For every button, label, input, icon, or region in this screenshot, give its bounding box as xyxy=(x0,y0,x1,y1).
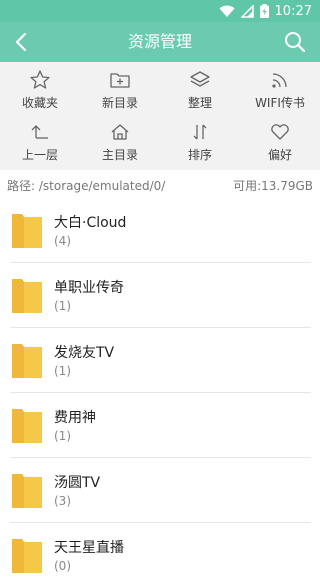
up-level-label: 上一层 xyxy=(21,148,58,162)
folder-row[interactable]: 发烧友TV (1) xyxy=(0,328,320,393)
organize-button[interactable]: 整理 xyxy=(160,62,240,114)
wifi-transfer-label: WIFI传书 xyxy=(255,96,305,110)
cell-signal-icon xyxy=(240,4,254,18)
heart-icon xyxy=(271,124,289,140)
home-icon xyxy=(111,124,129,140)
current-path: 路径: /storage/emulated/0/ xyxy=(7,178,166,193)
folder-name: 天王星直播 xyxy=(54,540,124,556)
sort-button[interactable]: 排序 xyxy=(160,114,240,166)
folder-item-count: (1) xyxy=(54,429,71,443)
folder-item-count: (1) xyxy=(54,364,71,378)
wifi-icon xyxy=(272,73,287,88)
folder-row[interactable]: 大白·Cloud (4) xyxy=(0,198,320,263)
folder-item-count: (0) xyxy=(54,559,71,573)
favorites-button[interactable]: 收藏夹 xyxy=(0,62,80,114)
wifi-signal-icon xyxy=(219,5,235,17)
layers-icon xyxy=(190,71,210,87)
status-time: 10:27 xyxy=(274,3,312,19)
folder-item-count: (3) xyxy=(54,494,71,508)
favorites-label: 收藏夹 xyxy=(21,96,58,110)
battery-icon xyxy=(259,4,269,18)
folder-icon xyxy=(12,409,42,443)
preferences-button[interactable]: 偏好 xyxy=(240,114,320,166)
page-title: 资源管理 xyxy=(127,32,192,51)
available-space: 可用:13.79GB xyxy=(233,178,313,193)
action-toolbar: 收藏夹 新目录 整理 WIFI传书 上一层 主目录 排序 偏好 xyxy=(0,62,320,170)
up-level-button[interactable]: 上一层 xyxy=(0,114,80,166)
folder-icon xyxy=(12,474,42,508)
new-folder-button[interactable]: 新目录 xyxy=(80,62,160,114)
new-folder-label: 新目录 xyxy=(101,96,138,110)
folder-row[interactable]: 汤圆TV (3) xyxy=(0,458,320,523)
folder-icon xyxy=(12,344,42,378)
search-icon[interactable] xyxy=(284,31,306,53)
folder-row[interactable]: 费用神 (1) xyxy=(0,393,320,458)
folder-row[interactable]: 单职业传奇 (1) xyxy=(0,263,320,328)
folder-name: 发烧友TV xyxy=(54,345,115,361)
folder-row[interactable]: 天王星直播 (0) xyxy=(0,523,320,588)
folder-item-count: (1) xyxy=(54,299,71,313)
preferences-label: 偏好 xyxy=(267,148,292,162)
home-directory-button[interactable]: 主目录 xyxy=(80,114,160,166)
sort-label: 排序 xyxy=(187,148,212,162)
folder-item-count: (4) xyxy=(54,234,71,248)
folder-name: 汤圆TV xyxy=(54,475,101,491)
organize-label: 整理 xyxy=(187,96,212,110)
folder-name: 单职业传奇 xyxy=(54,280,124,296)
folder-name: 费用神 xyxy=(54,410,96,426)
home-directory-label: 主目录 xyxy=(101,148,138,162)
up-level-icon xyxy=(31,125,48,139)
star-icon xyxy=(30,70,50,89)
folder-icon xyxy=(12,279,42,313)
folder-icon xyxy=(12,214,42,248)
new-folder-icon xyxy=(110,73,130,88)
folder-name: 大白·Cloud xyxy=(54,215,127,231)
sort-icon xyxy=(193,124,207,140)
wifi-transfer-button[interactable]: WIFI传书 xyxy=(240,62,320,114)
path-bar: 路径: /storage/emulated/0/ 可用:13.79GB xyxy=(0,170,320,200)
folder-icon xyxy=(12,539,42,573)
status-bar: 10:27 xyxy=(0,0,320,22)
app-bar: 资源管理 xyxy=(0,22,320,62)
